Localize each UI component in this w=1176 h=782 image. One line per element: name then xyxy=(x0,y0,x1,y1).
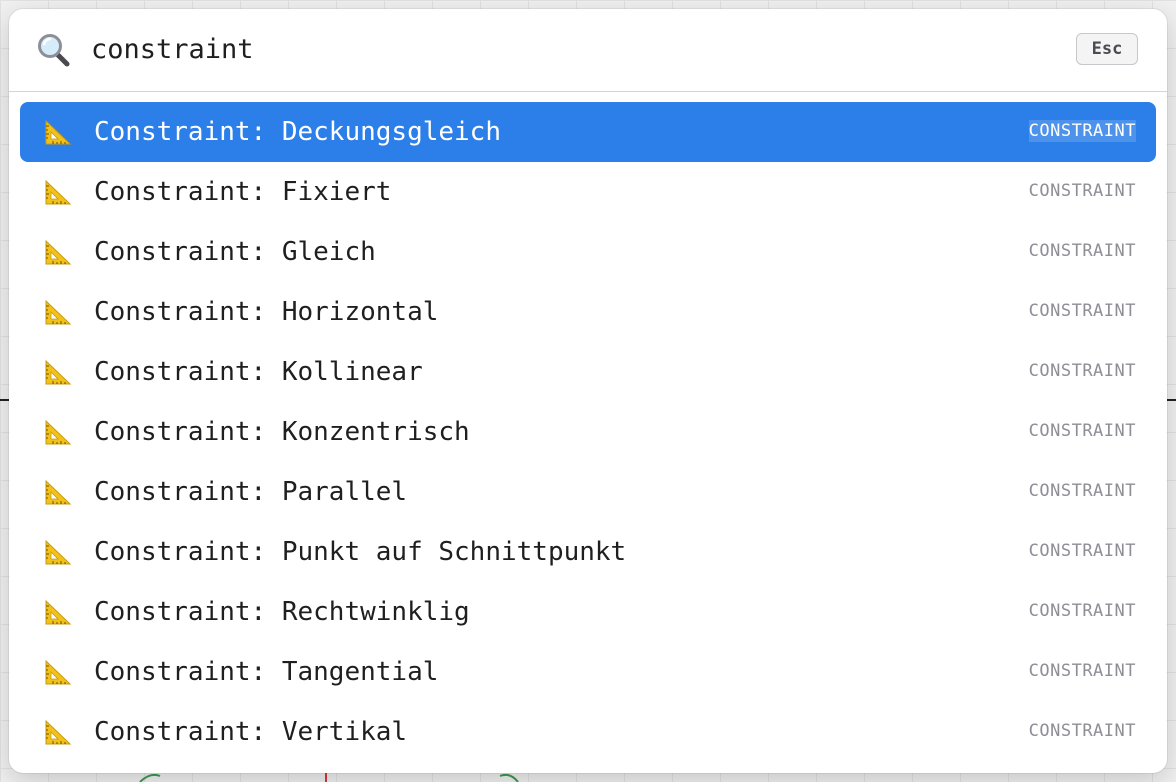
result-item-6[interactable]: Constraint: Konzentrisch CONSTRAINT xyxy=(20,402,1156,462)
result-label: Constraint: Tangential xyxy=(94,657,439,687)
esc-button[interactable]: Esc xyxy=(1076,33,1138,65)
result-label: Constraint: Kollinear xyxy=(94,357,423,387)
result-category-tag: CONSTRAINT xyxy=(1028,181,1136,201)
result-category-tag: CONSTRAINT xyxy=(1028,601,1136,621)
result-label: Constraint: Rechtwinklig xyxy=(94,597,470,627)
result-item-10[interactable]: Constraint: Tangential CONSTRAINT xyxy=(20,642,1156,702)
results-list: Constraint: Deckungsgleich CONSTRAINT Co… xyxy=(20,102,1156,762)
result-label: Constraint: Horizontal xyxy=(94,297,439,327)
triangular-ruler-icon xyxy=(44,238,72,266)
result-item-11[interactable]: Constraint: Vertikal CONSTRAINT xyxy=(20,702,1156,762)
result-category-tag: CONSTRAINT xyxy=(1028,421,1136,441)
triangular-ruler-icon xyxy=(44,598,72,626)
result-item-7[interactable]: Constraint: Parallel CONSTRAINT xyxy=(20,462,1156,522)
triangular-ruler-icon xyxy=(44,418,72,446)
triangular-ruler-icon xyxy=(44,178,72,206)
result-item-2[interactable]: Constraint: Fixiert CONSTRAINT xyxy=(20,162,1156,222)
magnifying-glass-icon xyxy=(35,31,75,71)
triangular-ruler-icon xyxy=(44,538,72,566)
result-category-tag: CONSTRAINT xyxy=(1028,301,1136,321)
command-palette: Esc Constraint: Deckungsgleich CONSTRAIN… xyxy=(9,9,1167,773)
result-category-tag: CONSTRAINT xyxy=(1028,120,1136,142)
result-item-1[interactable]: Constraint: Deckungsgleich CONSTRAINT xyxy=(20,102,1156,162)
result-category-tag: CONSTRAINT xyxy=(1028,541,1136,561)
result-label: Constraint: Parallel xyxy=(94,477,408,507)
search-input[interactable] xyxy=(91,27,1051,71)
result-label: Constraint: Punkt auf Schnittpunkt xyxy=(94,537,627,567)
search-bar: Esc xyxy=(9,9,1167,92)
triangular-ruler-icon xyxy=(44,298,72,326)
result-item-5[interactable]: Constraint: Kollinear CONSTRAINT xyxy=(20,342,1156,402)
result-item-8[interactable]: Constraint: Punkt auf Schnittpunkt CONST… xyxy=(20,522,1156,582)
result-category-tag: CONSTRAINT xyxy=(1028,241,1136,261)
triangular-ruler-icon xyxy=(44,478,72,506)
result-category-tag: CONSTRAINT xyxy=(1028,661,1136,681)
result-label: Constraint: Fixiert xyxy=(94,177,392,207)
triangular-ruler-icon xyxy=(44,658,72,686)
result-item-9[interactable]: Constraint: Rechtwinklig CONSTRAINT xyxy=(20,582,1156,642)
triangular-ruler-icon xyxy=(44,358,72,386)
result-category-tag: CONSTRAINT xyxy=(1028,721,1136,741)
result-label: Constraint: Deckungsgleich xyxy=(94,117,501,147)
result-category-tag: CONSTRAINT xyxy=(1028,361,1136,381)
result-item-3[interactable]: Constraint: Gleich CONSTRAINT xyxy=(20,222,1156,282)
result-item-4[interactable]: Constraint: Horizontal CONSTRAINT xyxy=(20,282,1156,342)
result-label: Constraint: Gleich xyxy=(94,237,376,267)
triangular-ruler-icon xyxy=(44,118,72,146)
result-label: Constraint: Vertikal xyxy=(94,717,408,747)
result-label: Constraint: Konzentrisch xyxy=(94,417,470,447)
triangular-ruler-icon xyxy=(44,718,72,746)
result-category-tag: CONSTRAINT xyxy=(1028,481,1136,501)
